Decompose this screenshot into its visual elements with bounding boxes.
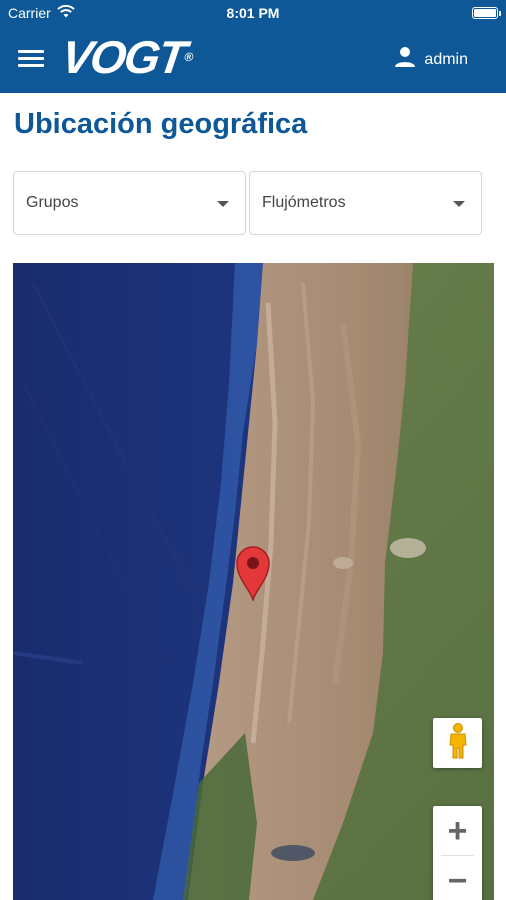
wifi-icon: [57, 4, 75, 21]
flowmeters-select[interactable]: Flujómetros: [249, 171, 482, 235]
zoom-out-button[interactable]: −: [433, 856, 482, 900]
battery-icon: [472, 7, 501, 19]
user-menu-button[interactable]: admin: [394, 46, 468, 73]
person-icon: [394, 46, 416, 73]
groups-select-value: Grupos: [26, 194, 79, 211]
zoom-in-button[interactable]: +: [433, 806, 482, 855]
groups-select[interactable]: Grupos: [13, 171, 246, 235]
page-title: Ubicación geográfica: [14, 108, 308, 140]
satellite-map[interactable]: + −: [13, 263, 494, 900]
status-time: 8:01 PM: [226, 5, 280, 21]
chevron-down-icon: [453, 201, 465, 207]
pegman-icon: [447, 722, 469, 764]
street-view-button[interactable]: [433, 718, 482, 768]
registered-mark: ®: [183, 50, 195, 64]
app-header: VOGT® admin: [0, 26, 506, 93]
username-label: admin: [424, 50, 468, 68]
carrier-label: Carrier: [8, 5, 51, 21]
status-left: Carrier: [8, 4, 75, 21]
chevron-down-icon: [217, 201, 229, 207]
status-bar: Carrier 8:01 PM: [0, 0, 506, 26]
zoom-control: + −: [433, 806, 482, 900]
vogt-logo: VOGT®: [58, 31, 196, 83]
map-pin-icon[interactable]: [235, 545, 271, 603]
flowmeters-select-value: Flujómetros: [262, 194, 346, 211]
logo-text: VOGT: [58, 31, 188, 83]
hamburger-menu-icon[interactable]: [18, 50, 44, 70]
